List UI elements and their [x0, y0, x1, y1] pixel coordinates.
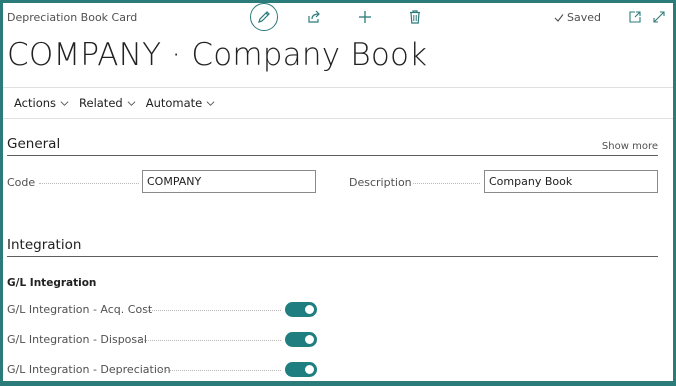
menu-related-label: Related [79, 96, 123, 110]
delete-button[interactable] [406, 8, 424, 26]
action-menu: Actions Related Automate [14, 96, 215, 110]
divider [3, 118, 673, 119]
trash-icon [410, 10, 420, 24]
menu-actions[interactable]: Actions [14, 96, 69, 110]
open-in-new-window-icon [629, 11, 641, 23]
divider [3, 87, 673, 88]
toggle-knob [305, 305, 314, 314]
toggle-knob [305, 335, 314, 344]
open-new-window-button[interactable] [626, 8, 644, 26]
save-status: Saved [554, 11, 601, 24]
leader-dots [160, 370, 281, 372]
toggle-label-disposal: G/L Integration - Disposal [7, 333, 147, 346]
chevron-down-icon [127, 100, 136, 106]
menu-related[interactable]: Related [79, 96, 136, 110]
leader-dots [146, 310, 281, 312]
share-button[interactable] [305, 8, 323, 26]
pencil-icon [258, 11, 270, 23]
plus-icon [359, 11, 371, 23]
toggle-knob [305, 365, 314, 374]
menu-actions-label: Actions [14, 96, 57, 110]
leader-dots [413, 183, 480, 185]
chevron-down-icon [206, 100, 215, 106]
show-more-link[interactable]: Show more [602, 141, 658, 152]
toggle-label-acq-cost: G/L Integration - Acq. Cost [7, 303, 153, 316]
new-button[interactable] [356, 8, 374, 26]
section-divider [7, 256, 658, 257]
expand-button[interactable] [650, 8, 668, 26]
disposal-toggle[interactable] [285, 332, 317, 347]
depreciation-toggle[interactable] [285, 362, 317, 377]
edit-button[interactable] [250, 3, 278, 31]
chevron-down-icon [60, 100, 69, 106]
toggle-label-depreciation: G/L Integration - Depreciation [7, 363, 171, 376]
acq-cost-toggle[interactable] [285, 302, 317, 317]
code-label: Code [7, 176, 36, 189]
section-integration-title[interactable]: Integration [7, 237, 81, 253]
menu-automate[interactable]: Automate [146, 96, 216, 110]
page-title: COMPANY · Company Book [7, 37, 428, 73]
app-window: Depreciation Book Card Saved COMPANY · C… [0, 0, 676, 386]
section-divider [7, 155, 658, 156]
description-field[interactable] [484, 170, 658, 193]
saved-label: Saved [567, 11, 601, 24]
gl-integration-group-title: G/L Integration [7, 277, 97, 289]
description-label: Description [349, 176, 412, 189]
leader-dots [39, 183, 139, 185]
menu-automate-label: Automate [145, 96, 203, 110]
expand-icon [653, 11, 665, 23]
top-bar: Depreciation Book Card Saved [3, 3, 673, 37]
leader-dots [139, 340, 281, 342]
section-general-title[interactable]: General [7, 136, 60, 152]
code-field[interactable] [142, 170, 316, 193]
breadcrumb: Depreciation Book Card [7, 11, 138, 24]
checkmark-icon [554, 13, 564, 22]
share-icon [308, 10, 320, 23]
